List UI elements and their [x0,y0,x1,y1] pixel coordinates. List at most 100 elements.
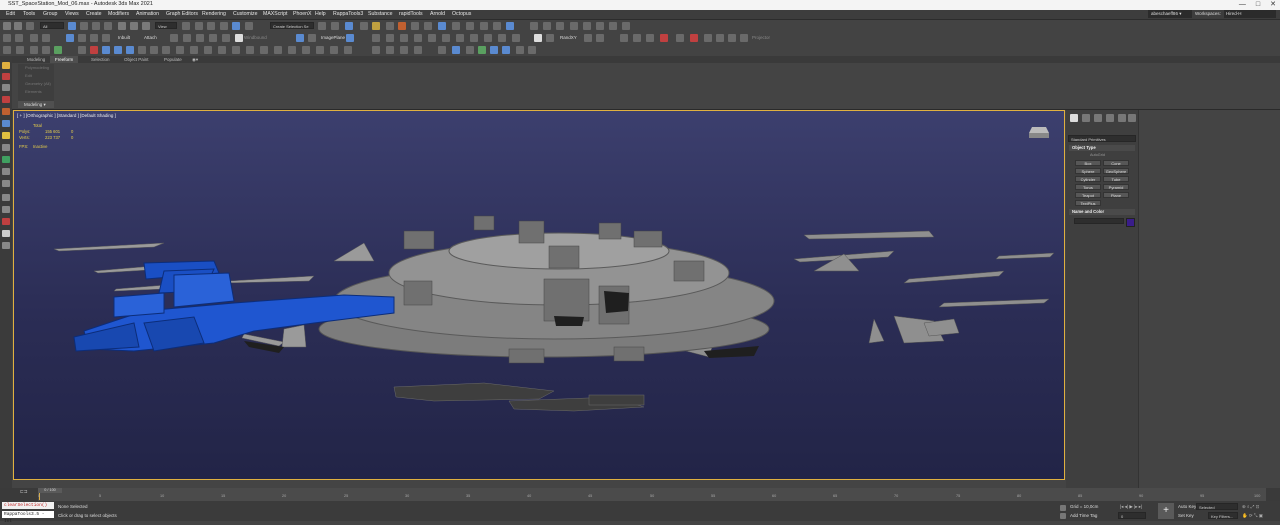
tool-cl-icon[interactable] [516,46,524,54]
tool-bf-icon[interactable] [54,46,62,54]
scene-explorer-icon[interactable] [345,22,353,30]
tool-z-icon[interactable] [296,34,304,42]
camera-tool-icon[interactable] [2,144,10,151]
tool-ck-icon[interactable] [502,46,510,54]
tool-j-icon[interactable] [609,22,617,30]
menu-help[interactable]: Help [315,11,326,17]
tab-modeling[interactable]: Modeling [22,56,50,63]
menu-rendering[interactable]: Rendering [202,11,226,17]
tool-aq-icon[interactable] [596,34,604,42]
utilities-tab-icon[interactable] [1128,114,1136,122]
motion-tool-icon[interactable] [2,194,10,201]
select-by-name-icon[interactable] [80,22,88,30]
curve-editor-icon[interactable] [372,22,380,30]
move-icon[interactable] [118,22,126,30]
tool-ak-icon[interactable] [484,34,492,42]
autogrid-checkbox[interactable]: AutoGrid [1090,153,1105,157]
menu-tools[interactable]: Tools [23,11,35,17]
time-tag-icon[interactable] [1060,513,1066,519]
cylinder-button[interactable]: Cylinder [1075,176,1101,182]
link-icon[interactable] [26,22,34,30]
window-crossing-icon[interactable] [104,22,112,30]
schematic-view-icon[interactable] [386,22,394,30]
create-tab-icon[interactable] [1070,114,1078,122]
projector-button[interactable]: Projector [752,35,770,40]
tool-i-icon[interactable] [596,22,604,30]
snap-icon[interactable] [195,22,203,30]
menu-create[interactable]: Create [86,11,102,17]
tool-ap-icon[interactable] [584,34,592,42]
tool-k-icon[interactable] [622,22,630,30]
tool-bp-icon[interactable] [190,46,198,54]
tab-object-paint[interactable]: Object Paint [119,56,154,63]
close-button[interactable]: ✕ [1270,0,1276,9]
playback-controls[interactable]: |◂ ◂| ▶ |▸ ▸| [1120,504,1142,510]
tool-bm-icon[interactable] [150,46,158,54]
tool-br-icon[interactable] [218,46,226,54]
pivot-icon[interactable] [182,22,190,30]
cone-button[interactable]: Cone [1103,160,1129,166]
tool-ax-icon[interactable] [704,34,712,42]
tool-bi-icon[interactable] [102,46,110,54]
tool-ch-icon[interactable] [466,46,474,54]
tool-b-icon[interactable] [493,22,501,30]
tool-al-icon[interactable] [498,34,506,42]
select-object-icon[interactable] [68,22,76,30]
mirror-icon[interactable] [318,22,326,30]
selection-filter-dropdown[interactable]: All [40,22,64,29]
viewport[interactable]: [ + ] [Orthographic ] [Standard ] [Defau… [13,110,1065,480]
geosphere-button[interactable]: GeoSphere [1103,168,1129,174]
randxy-button[interactable]: RandXY [560,35,577,40]
tool-ac-icon[interactable] [372,34,380,42]
tube-button[interactable]: Tube [1103,176,1129,182]
tool-bo-icon[interactable] [176,46,184,54]
tool-at-icon[interactable] [646,34,654,42]
tool-az-icon[interactable] [728,34,736,42]
ribbon-item-polymodeling[interactable]: Polymodeling [18,64,54,72]
tool-bc-icon[interactable] [16,46,24,54]
current-frame-field[interactable]: 0 [1118,512,1146,519]
reference-coordinate-dropdown[interactable]: View [155,22,177,29]
layer-explorer-icon[interactable] [360,22,368,30]
menu-graph-editors[interactable]: Graph Editors [166,11,198,17]
tool-w-icon[interactable] [209,34,217,42]
hierarchy-tab-icon[interactable] [1094,114,1102,122]
ribbon-item-edit[interactable]: Edit [18,72,54,80]
key-filters-button[interactable]: Key Filters... [1208,512,1238,519]
angle-snap-icon[interactable] [207,22,215,30]
tool-an-icon[interactable] [534,34,542,42]
tool-ag-icon[interactable] [428,34,436,42]
tool-aa-icon[interactable] [308,34,316,42]
snap-tool-icon[interactable] [2,108,10,115]
tool-aj-icon[interactable] [470,34,478,42]
tool-s-icon[interactable] [102,34,110,42]
paint-tool-icon[interactable] [2,73,10,80]
menu-animation[interactable]: Animation [136,11,159,17]
navigation-icons-row2[interactable]: ✋ ⟳ ⤡ ▣ [1242,513,1263,519]
percent-snap-icon[interactable] [220,22,228,30]
tool-bv-icon[interactable] [274,46,282,54]
imageplane-button[interactable]: ImagePlane [321,35,345,40]
workspace-selector[interactable]: Workspaces: Hired-H [1195,10,1277,18]
tool-bl-icon[interactable] [138,46,146,54]
tool-as-icon[interactable] [633,34,641,42]
undo-icon[interactable] [3,22,11,30]
maxscript-listener-output[interactable]: clearSelection() [2,502,54,509]
render-tool-icon[interactable] [2,218,10,225]
tool-ce-icon[interactable] [414,46,422,54]
navigation-icons[interactable]: ⊕ ⌕ ⤢ ⊡ [1242,504,1259,510]
render-setup-icon[interactable] [411,22,419,30]
torus-button[interactable]: Torus [1075,184,1101,190]
render-icon[interactable] [438,22,446,30]
tool-bq-icon[interactable] [204,46,212,54]
windbound-button[interactable]: Windbound [244,35,267,40]
named-selection-sets-dropdown[interactable]: Create Selection Se [270,22,314,29]
minimize-button[interactable]: — [1239,0,1246,9]
tool-y-icon[interactable] [235,34,243,42]
scale-icon[interactable] [142,22,150,30]
tool-m-icon[interactable] [15,34,23,42]
textplus-button[interactable]: TextPlus [1075,200,1101,206]
tool-cd-icon[interactable] [400,46,408,54]
menu-maxscript[interactable]: MAXScript [263,11,288,17]
ribbon-item-geometry[interactable]: Geometry (All) [18,80,54,88]
